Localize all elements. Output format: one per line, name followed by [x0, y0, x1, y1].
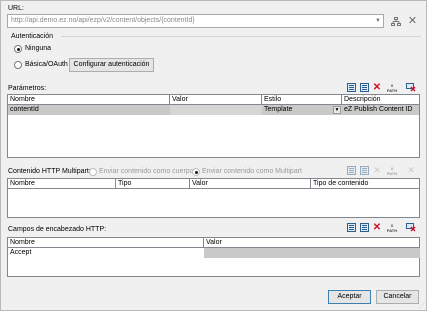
xpath-icon[interactable]: X PATH — [386, 165, 398, 176]
auth-none-radio[interactable] — [14, 45, 22, 53]
remove-icon[interactable]: ✕ — [405, 165, 417, 176]
send-as-body-radio[interactable] — [89, 168, 97, 176]
multipart-label: Contenido HTTP Multipart: — [8, 168, 91, 175]
url-label: URL: — [8, 5, 24, 12]
chevron-down-icon[interactable]: ▼ — [375, 15, 381, 27]
parameters-table-header: Nombre Valor Estilo Descripción — [8, 95, 419, 105]
insert-row-icon[interactable] — [345, 82, 357, 93]
parameters-label: Parámetros: — [8, 85, 47, 92]
cancel-button[interactable]: Cancelar — [376, 290, 419, 304]
multipart-table-header: Nombre Tipo Valor Tipo de contenido — [8, 179, 419, 189]
chevron-down-icon[interactable]: ▼ — [333, 106, 341, 114]
col-header-estilo[interactable]: Estilo — [262, 95, 342, 104]
col-header-tipo-contenido[interactable]: Tipo de contenido — [311, 179, 420, 188]
col-header-valor[interactable]: Valor — [190, 179, 311, 188]
url-value: http://api.demo.ez.no/api/ezp/v2/content… — [11, 17, 195, 24]
remove-icon[interactable] — [405, 82, 417, 93]
remove-icon[interactable] — [405, 222, 417, 233]
resize-grip[interactable]: ⋰ — [419, 303, 425, 309]
param-style-cell[interactable]: Template ▼ — [262, 105, 342, 115]
dialog-window: URL: http://api.demo.ez.no/api/ezp/v2/co… — [0, 0, 427, 311]
table-row[interactable]: contentId Template ▼ eZ Publish Content … — [8, 105, 419, 115]
auth-group-label: Autenticación — [11, 33, 54, 40]
ok-button[interactable]: Aceptar — [328, 290, 371, 304]
col-header-tipo[interactable]: Tipo — [116, 179, 190, 188]
col-header-nombre[interactable]: Nombre — [8, 95, 170, 104]
tree-icon[interactable] — [389, 15, 402, 28]
append-row-icon[interactable] — [358, 222, 370, 233]
delete-row-icon[interactable]: ✕ — [371, 222, 383, 233]
param-style-value: Template — [264, 106, 293, 113]
col-header-descripcion[interactable]: Descripción — [342, 95, 420, 104]
close-icon[interactable]: ✕ — [406, 15, 419, 28]
auth-group-divider — [61, 36, 421, 37]
insert-row-icon[interactable] — [345, 222, 357, 233]
append-row-icon[interactable] — [358, 165, 370, 176]
headers-label: Campos de encabezado HTTP: — [8, 226, 107, 233]
headers-table-header: Nombre Valor — [8, 238, 419, 248]
auth-basic-radio[interactable] — [14, 61, 22, 69]
parameters-table: Nombre Valor Estilo Descripción contentI… — [7, 94, 420, 158]
col-header-nombre[interactable]: Nombre — [8, 179, 116, 188]
send-as-multipart-radio[interactable] — [192, 168, 200, 176]
append-row-icon[interactable] — [358, 82, 370, 93]
delete-row-icon[interactable]: ✕ — [371, 165, 383, 176]
url-combobox[interactable]: http://api.demo.ez.no/api/ezp/v2/content… — [7, 14, 384, 28]
param-name-cell[interactable]: contentId — [8, 105, 170, 115]
col-header-valor[interactable]: Valor — [204, 238, 420, 247]
xpath-icon[interactable]: X PATH — [386, 222, 398, 233]
insert-row-icon[interactable] — [345, 165, 357, 176]
col-header-valor[interactable]: Valor — [170, 95, 262, 104]
delete-row-icon[interactable]: ✕ — [371, 82, 383, 93]
header-value-cell[interactable] — [204, 248, 420, 258]
param-value-cell[interactable] — [170, 105, 262, 115]
send-as-multipart-label[interactable]: Enviar contenido como Multipart — [202, 167, 302, 176]
table-row[interactable]: Accept — [8, 248, 420, 258]
multipart-table: Nombre Tipo Valor Tipo de contenido — [7, 178, 420, 218]
header-name-cell[interactable]: Accept — [8, 248, 204, 258]
configure-auth-button[interactable]: Configurar autenticación — [69, 58, 154, 72]
param-description-cell[interactable]: eZ Publish Content ID — [342, 105, 420, 115]
col-header-nombre[interactable]: Nombre — [8, 238, 204, 247]
auth-basic-label[interactable]: Básica/OAuth — [25, 60, 68, 69]
headers-table: Nombre Valor Accept — [7, 237, 420, 277]
xpath-icon[interactable]: X PATH — [386, 82, 398, 93]
auth-none-label[interactable]: Ninguna — [25, 44, 51, 53]
send-as-body-label[interactable]: Enviar contenido como cuerpo — [99, 167, 194, 176]
